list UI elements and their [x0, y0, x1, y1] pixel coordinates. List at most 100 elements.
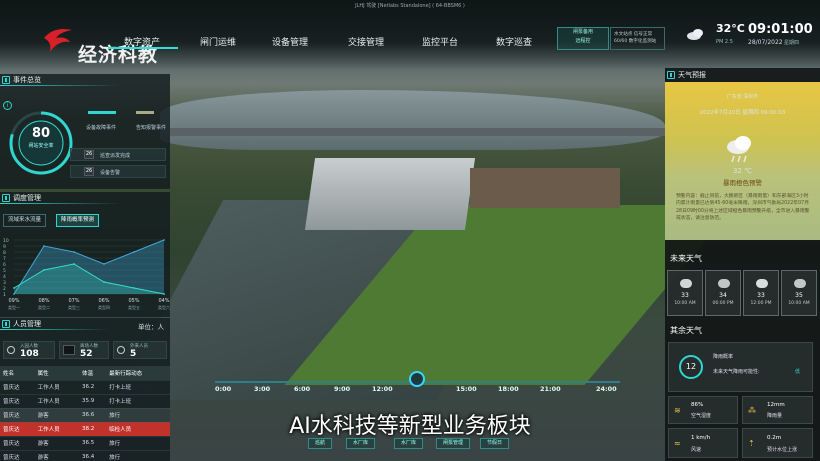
- cell: 旅行: [106, 408, 170, 423]
- table-row[interactable]: 曾庆达 游客 36.4 旅行: [0, 450, 170, 461]
- bottom-button-cruise[interactable]: 巡航: [308, 438, 333, 449]
- chart-y-tick: 9: [3, 244, 6, 250]
- metric-value: 1 km/h: [691, 435, 711, 441]
- status-box[interactable]: 闸泵备用 远程控: [557, 27, 609, 50]
- timeline-tick[interactable]: 15:00: [456, 385, 477, 393]
- rain-probability-desc: 未来天气降雨可能性:: [713, 369, 760, 375]
- cloud-icon: [756, 279, 768, 288]
- dispatch-header: 调度管理: [0, 192, 170, 203]
- event-device-fault: 设备故障事件: [86, 125, 117, 131]
- metric-label: 风速: [691, 447, 702, 453]
- timeline-tick[interactable]: 24:00: [596, 385, 617, 393]
- table-row-alert[interactable]: 曾庆达 工作人员 38.2 临检人员: [0, 422, 170, 437]
- cell: 打卡上班: [106, 380, 170, 395]
- forecast-card[interactable]: 33 12:00 PM: [743, 270, 779, 316]
- chart-x-subtick: 类型四: [98, 304, 110, 310]
- table-row[interactable]: 曾庆达 工作人员 36.2 打卡上班: [0, 380, 170, 395]
- timeline-tick[interactable]: 12:00: [372, 385, 393, 393]
- people-in-icon: [7, 346, 15, 354]
- table-header: 姓名 属性 体温 最新行踪动态: [0, 366, 170, 381]
- nav-device-mgmt[interactable]: 设备管理: [272, 35, 308, 48]
- bottom-button-gate[interactable]: 闸泵管理: [436, 438, 471, 449]
- bottom-button-holiday[interactable]: 节假日: [480, 438, 510, 449]
- device-alert-label: 设备告警: [100, 170, 121, 176]
- forecast-title: 未来天气: [670, 254, 702, 263]
- chart-point: [103, 263, 105, 265]
- panel-header-icon: [2, 319, 10, 328]
- wind-icon: ≈: [674, 439, 681, 448]
- humidity-icon: ≋: [674, 406, 681, 415]
- top-pm25: PM 2.5: [716, 39, 733, 45]
- chart-x-tick: 08%: [38, 298, 49, 304]
- device-alert-count: 26: [84, 167, 94, 176]
- timeline-tick[interactable]: 3:00: [254, 385, 270, 393]
- chart-y-tick: 5: [3, 268, 6, 274]
- cell: 临检人员: [106, 422, 170, 437]
- nav-monitor-platform[interactable]: 监控平台: [422, 35, 458, 48]
- chart-point: [133, 251, 135, 253]
- cloud-icon: [687, 29, 703, 40]
- col-attr: 属性: [34, 366, 80, 381]
- forecast-temp: 35: [795, 292, 803, 299]
- tab-inflow[interactable]: 流域来水流量: [3, 214, 47, 227]
- metric-value: 86%: [691, 402, 704, 408]
- col-name: 姓名: [0, 366, 35, 381]
- forecast-temp: 33: [757, 292, 765, 299]
- cell: 36.2: [79, 380, 107, 395]
- gauge-value: 80: [31, 126, 51, 141]
- metric-water-level: ⇡ 0.2m 预计水位上涨: [742, 428, 813, 458]
- info-icon[interactable]: i: [3, 101, 12, 110]
- table-row[interactable]: 曾庆达 游客 36.6 旅行: [0, 408, 170, 423]
- metric-label: 预计水位上涨: [767, 447, 798, 453]
- timeline-knob[interactable]: [409, 371, 425, 387]
- video-subtitle: AI水科技等新型业务板块: [289, 414, 531, 439]
- people-table: 姓名 属性 体温 最新行踪动态 曾庆达 工作人员 36.2 打卡上班 曾庆达 工作人员 3…: [0, 366, 170, 461]
- cell: 工作人员: [34, 394, 80, 409]
- people-out-icon: [63, 345, 75, 355]
- forecast-time: 10:00 AM: [788, 301, 810, 306]
- nav-handover-mgmt[interactable]: 交接管理: [348, 35, 384, 48]
- nav-digital-inspection[interactable]: 数字巡查: [496, 35, 532, 48]
- rain-icon: [718, 279, 730, 288]
- timeline-tick[interactable]: 9:00: [334, 385, 350, 393]
- chart-x-tick: 05%: [128, 298, 139, 304]
- timeline-tick[interactable]: 6:00: [294, 385, 310, 393]
- chart-y-tick: 1: [3, 292, 6, 298]
- timeline-tick[interactable]: 0:00: [215, 385, 231, 393]
- nav-gate-ops[interactable]: 闸门运维: [200, 35, 236, 48]
- forecast-time: 06:00 PM: [712, 301, 734, 306]
- cell: 打卡上班: [106, 394, 170, 409]
- cell: 游客: [34, 450, 80, 461]
- timeline-tick[interactable]: 21:00: [540, 385, 561, 393]
- forecast-card[interactable]: 35 10:00 AM: [781, 270, 817, 316]
- stat-left-value: 52: [80, 349, 93, 359]
- chart-x-tick: 09%: [8, 298, 19, 304]
- forecast-card[interactable]: 34 06:00 PM: [705, 270, 741, 316]
- scene-bridge: [170, 128, 665, 136]
- forecast-time: 12:00 PM: [750, 301, 772, 306]
- scene-building-roof: [470, 168, 620, 208]
- stat-entered-value: 108: [20, 349, 39, 359]
- rain-probability-level: 低: [795, 369, 801, 375]
- bottom-button-plant-2[interactable]: 水厂库: [394, 438, 424, 449]
- stat-visitor: 外来人员 5: [113, 341, 167, 359]
- chart-point: [163, 239, 165, 241]
- header-underline: [0, 203, 120, 204]
- rainfall-icon: ⁂: [748, 406, 756, 415]
- table-row[interactable]: 曾庆达 工作人员 35.9 打卡上班: [0, 394, 170, 409]
- event-alarm: 告知报警事件: [136, 125, 167, 131]
- bottom-button-plant[interactable]: 水厂库: [346, 438, 376, 449]
- chart-point: [103, 281, 105, 283]
- chart-x-subtick: 类型三: [68, 304, 80, 310]
- other-weather-title: 其余天气: [670, 326, 702, 335]
- chart-x-subtick: 类型二: [38, 304, 50, 310]
- cell: 35.9: [79, 394, 107, 409]
- water-level-icon: ⇡: [748, 439, 755, 448]
- chart-point: [73, 263, 75, 265]
- forecast-card[interactable]: 33 10:00 AM: [667, 270, 703, 316]
- timeline-tick[interactable]: 18:00: [498, 385, 519, 393]
- chart-point: [13, 287, 15, 289]
- table-row[interactable]: 曾庆达 游客 36.5 旅行: [0, 436, 170, 451]
- tab-rain-forecast[interactable]: 降雨概率预测: [56, 214, 100, 227]
- rain-cloud-icon: [727, 136, 751, 163]
